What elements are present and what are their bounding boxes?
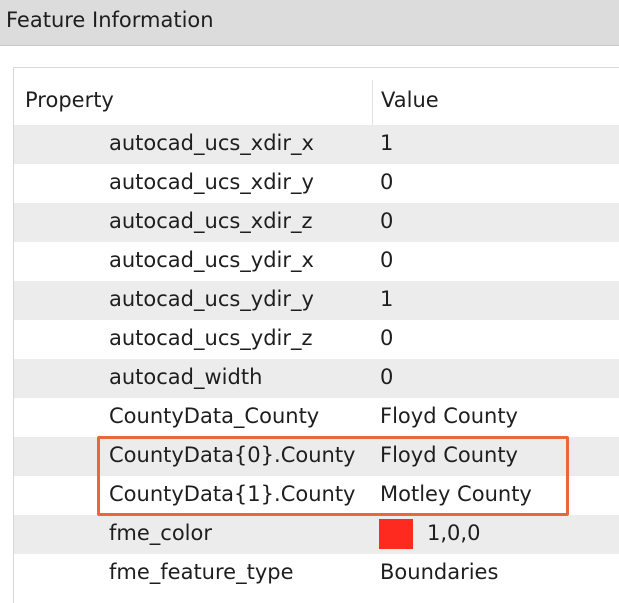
property-cell: autocad_ucs_ydir_z xyxy=(109,326,313,350)
table-row[interactable]: autocad_ucs_ydir_z 0 xyxy=(14,320,619,359)
panel-title-bar: Feature Information xyxy=(0,0,619,46)
value-cell: Floyd County xyxy=(380,404,518,428)
table-row[interactable]: CountyData_County Floyd County xyxy=(14,398,619,437)
property-cell: autocad_ucs_xdir_z xyxy=(109,209,313,233)
property-cell: autocad_ucs_xdir_y xyxy=(109,170,314,194)
property-cell: autocad_ucs_ydir_x xyxy=(109,248,314,272)
value-cell: Floyd County xyxy=(380,443,518,467)
property-cell: CountyData{1}.County xyxy=(109,482,356,506)
value-cell: Boundaries xyxy=(380,560,499,584)
table-row[interactable]: fme_feature_type Boundaries xyxy=(14,554,619,593)
table-row[interactable]: autocad_ucs_xdir_y 0 xyxy=(14,164,619,203)
table-row[interactable]: autocad_ucs_ydir_x 0 xyxy=(14,242,619,281)
table-row[interactable]: CountyData{1}.County Motley County xyxy=(14,476,619,515)
table-row[interactable]: fme_color 1,0,0 xyxy=(14,515,619,554)
table-row[interactable]: CountyData{0}.County Floyd County xyxy=(14,437,619,476)
column-header-value[interactable]: Value xyxy=(381,88,439,112)
property-cell: autocad_width xyxy=(109,365,263,389)
value-cell: 0 xyxy=(380,170,394,194)
table-row[interactable]: autocad_ucs_xdir_z 0 xyxy=(14,203,619,242)
property-cell: autocad_ucs_ydir_y xyxy=(109,287,314,311)
column-separator[interactable] xyxy=(372,80,373,125)
property-cell: fme_feature_type xyxy=(109,560,294,584)
value-cell: 1,0,0 xyxy=(427,521,481,545)
property-cell: CountyData{0}.County xyxy=(109,443,356,467)
panel-title: Feature Information xyxy=(6,8,214,32)
property-cell: CountyData_County xyxy=(109,404,320,428)
feature-information-panel: Feature Information Property Value autoc… xyxy=(0,0,619,603)
value-cell: Motley County xyxy=(380,482,532,506)
value-cell: 1 xyxy=(380,131,394,155)
property-cell: autocad_ucs_xdir_x xyxy=(109,131,314,155)
table-row[interactable]: autocad_ucs_ydir_y 1 xyxy=(14,281,619,320)
table-row[interactable]: autocad_width 0 xyxy=(14,359,619,398)
table-row[interactable]: autocad_ucs_xdir_x 1 xyxy=(14,125,619,164)
color-swatch xyxy=(379,519,413,549)
property-cell: fme_color xyxy=(109,521,212,545)
value-cell: 0 xyxy=(380,326,394,350)
value-cell: 1 xyxy=(380,287,394,311)
value-cell: 0 xyxy=(380,248,394,272)
column-header-property[interactable]: Property xyxy=(25,88,114,112)
value-cell: 0 xyxy=(380,209,394,233)
value-cell: 0 xyxy=(380,365,394,389)
